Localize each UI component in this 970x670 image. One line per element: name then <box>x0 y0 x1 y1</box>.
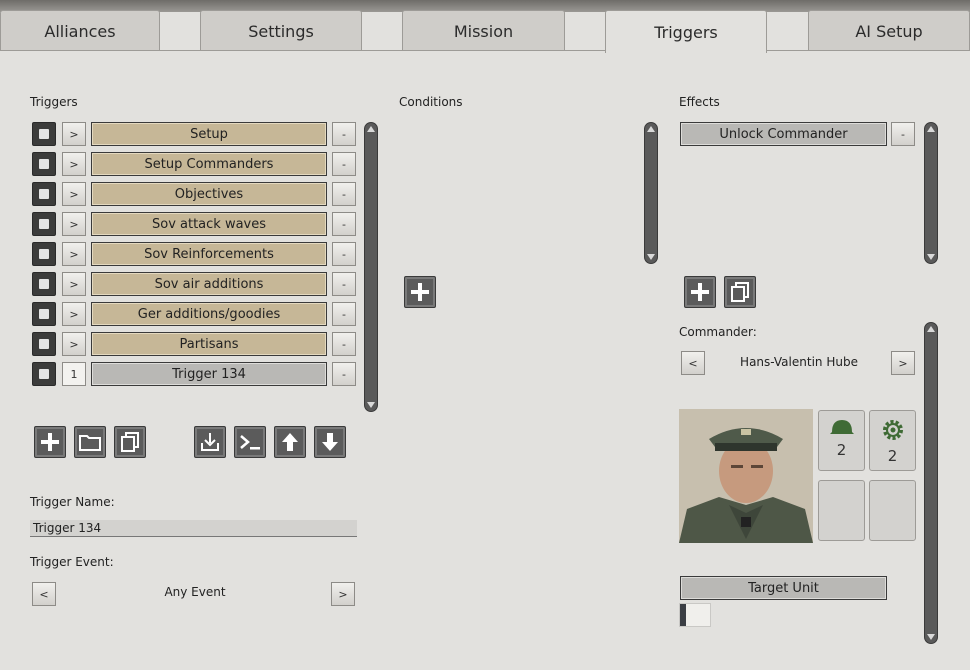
tab-label: Triggers <box>654 22 718 42</box>
move-down-button[interactable] <box>314 426 346 458</box>
expand-button[interactable]: > <box>62 182 86 206</box>
trigger-row-partisans[interactable]: Partisans <box>91 332 327 356</box>
trigger-row-trigger-134[interactable]: Trigger 134 <box>91 362 327 386</box>
effect-row-unlock-commander[interactable]: Unlock Commander <box>680 122 887 146</box>
trigger-checkbox[interactable] <box>32 152 56 176</box>
remove-trigger-button[interactable]: - <box>332 302 356 326</box>
tab-label: Settings <box>248 21 314 41</box>
trigger-event-label: Trigger Event: <box>30 555 114 569</box>
expand-button[interactable]: > <box>62 272 86 296</box>
add-trigger-button[interactable] <box>34 426 66 458</box>
expand-button[interactable]: > <box>62 242 86 266</box>
tab-ai-setup[interactable]: AI Setup <box>808 10 970 51</box>
duplicate-effect-button[interactable] <box>724 276 756 308</box>
remove-trigger-button[interactable]: - <box>332 182 356 206</box>
trigger-row-setup[interactable]: Setup <box>91 122 327 146</box>
expand-button[interactable]: > <box>62 152 86 176</box>
remove-trigger-button[interactable]: - <box>332 242 356 266</box>
skill-slot-helmet[interactable]: 2 <box>818 410 865 471</box>
folder-icon <box>79 435 101 451</box>
trigger-checkbox[interactable] <box>32 122 56 146</box>
remove-trigger-button[interactable]: - <box>332 272 356 296</box>
import-trigger-button[interactable] <box>194 426 226 458</box>
commander-portrait <box>679 409 813 543</box>
tab-mission[interactable]: Mission <box>402 10 565 51</box>
trigger-name-label: Trigger Name: <box>30 495 115 509</box>
tab-label: AI Setup <box>855 21 923 41</box>
skill-slot-gear[interactable]: 2 <box>869 410 916 471</box>
effects-heading: Effects <box>679 95 720 109</box>
trigger-checkbox[interactable] <box>32 332 56 356</box>
remove-trigger-button[interactable]: - <box>332 152 356 176</box>
conditions-heading: Conditions <box>399 95 463 109</box>
copy-icon <box>731 282 749 302</box>
expand-button[interactable]: > <box>62 212 86 236</box>
add-effect-button[interactable] <box>684 276 716 308</box>
remove-effect-button[interactable]: - <box>891 122 915 146</box>
tab-settings[interactable]: Settings <box>200 10 362 51</box>
terminal-icon <box>240 435 260 450</box>
event-next-button[interactable]: > <box>331 582 355 606</box>
effects-scrollbar[interactable] <box>924 122 938 264</box>
arrow-up-icon <box>282 433 298 451</box>
trigger-checkbox[interactable] <box>32 362 56 386</box>
remove-trigger-button[interactable]: - <box>332 362 356 386</box>
trigger-checkbox[interactable] <box>32 302 56 326</box>
tab-alliances[interactable]: Alliances <box>0 10 160 51</box>
copy-icon <box>121 432 139 452</box>
unit-color-strip <box>680 604 686 626</box>
trigger-name-input[interactable]: Trigger 134 <box>30 520 357 537</box>
trigger-row-objectives[interactable]: Objectives <box>91 182 327 206</box>
trigger-row-sov-reinforcements[interactable]: Sov Reinforcements <box>91 242 327 266</box>
trigger-event-value[interactable]: Any Event <box>60 585 330 599</box>
remove-trigger-button[interactable]: - <box>332 122 356 146</box>
remove-trigger-button[interactable]: - <box>332 212 356 236</box>
add-condition-button[interactable] <box>404 276 436 308</box>
commander-next-button[interactable]: > <box>891 351 915 375</box>
expand-button[interactable]: > <box>62 302 86 326</box>
trigger-index: 1 <box>62 362 86 386</box>
add-folder-button[interactable] <box>74 426 106 458</box>
trigger-checkbox[interactable] <box>32 242 56 266</box>
trigger-checkbox[interactable] <box>32 272 56 296</box>
trigger-row-sov-air-additions[interactable]: Sov air additions <box>91 272 327 296</box>
skill-slot-empty[interactable] <box>869 480 916 541</box>
trigger-row-sov-attack-waves[interactable]: Sov attack waves <box>91 212 327 236</box>
skill-value: 2 <box>887 447 898 465</box>
commander-prev-button[interactable]: < <box>681 351 705 375</box>
plus-icon <box>41 433 59 451</box>
move-up-button[interactable] <box>274 426 306 458</box>
arrow-down-icon <box>322 433 338 451</box>
skill-slot-empty[interactable] <box>818 480 865 541</box>
target-unit-slot[interactable] <box>679 603 711 627</box>
target-unit-button[interactable]: Target Unit <box>680 576 887 600</box>
plus-icon <box>411 283 429 301</box>
trigger-checkbox[interactable] <box>32 212 56 236</box>
tab-label: Mission <box>453 21 514 41</box>
trigger-row-setup-commanders[interactable]: Setup Commanders <box>91 152 327 176</box>
trigger-row-ger-additions[interactable]: Ger additions/goodies <box>91 302 327 326</box>
tab-label: Alliances <box>44 21 116 41</box>
skill-value: 2 <box>836 441 847 459</box>
triggers-heading: Triggers <box>30 95 78 109</box>
commander-name: Hans-Valentin Hube <box>740 355 858 369</box>
event-prev-button[interactable]: < <box>32 582 56 606</box>
commander-label: Commander: <box>679 325 757 339</box>
helmet-icon <box>829 420 854 434</box>
trigger-checkbox[interactable] <box>32 182 56 206</box>
expand-button[interactable]: > <box>62 122 86 146</box>
commander-scrollbar[interactable] <box>924 322 938 644</box>
expand-button[interactable]: > <box>62 332 86 356</box>
download-icon <box>201 433 219 451</box>
duplicate-trigger-button[interactable] <box>114 426 146 458</box>
conditions-scrollbar[interactable] <box>644 122 658 264</box>
tab-divider <box>0 50 970 51</box>
plus-icon <box>691 283 709 301</box>
triggers-scrollbar[interactable] <box>364 122 378 412</box>
gear-icon <box>882 420 903 440</box>
remove-trigger-button[interactable]: - <box>332 332 356 356</box>
script-console-button[interactable] <box>234 426 266 458</box>
tab-triggers[interactable]: Triggers <box>605 10 767 53</box>
